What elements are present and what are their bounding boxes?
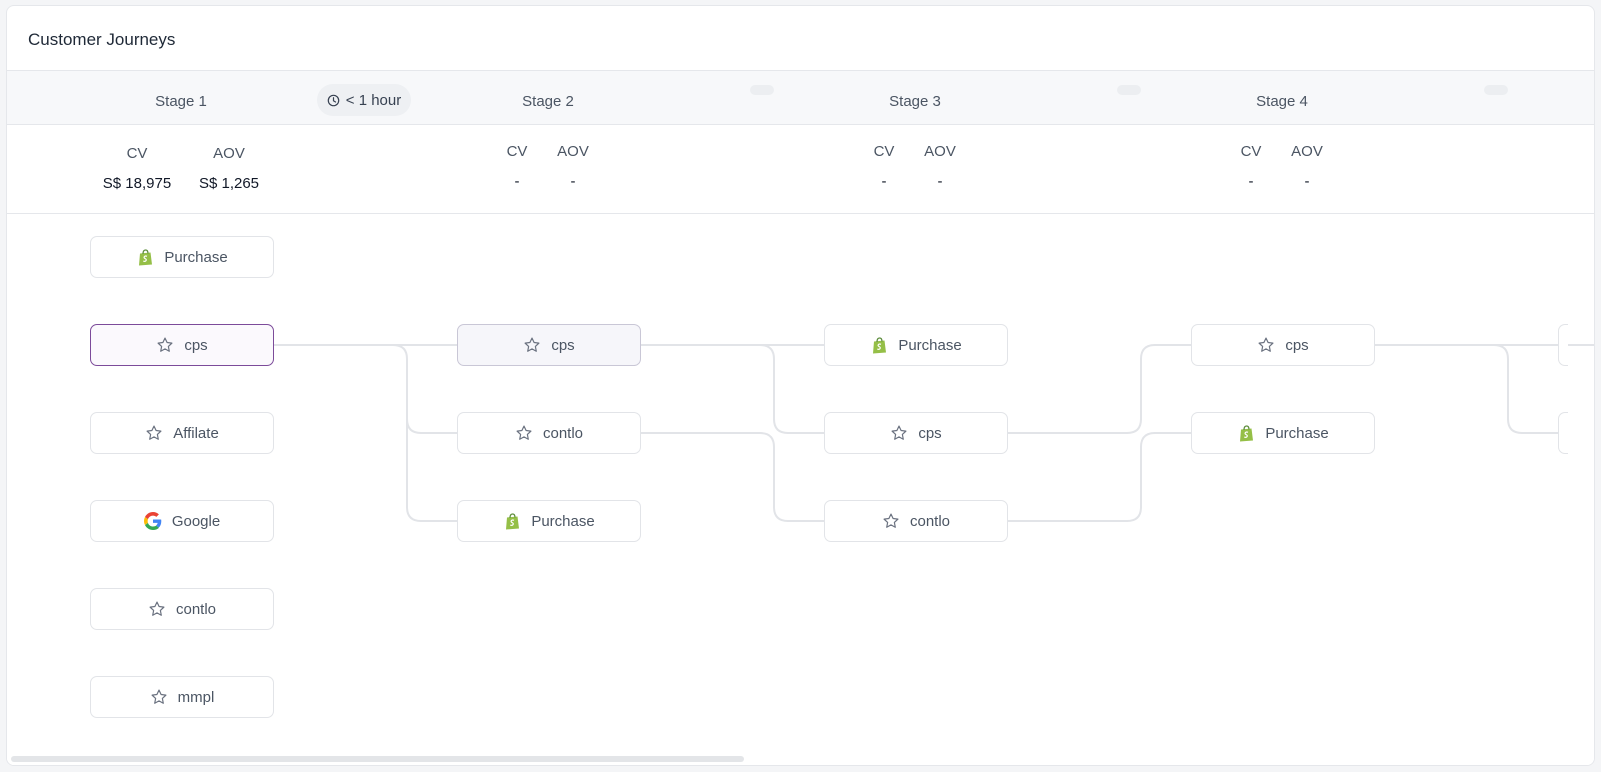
node-label: Purchase [898, 336, 962, 354]
stage-3-cv: CV - [874, 143, 895, 190]
shopify-icon [1237, 424, 1255, 442]
node-label: cps [918, 424, 942, 442]
stage-4-cv: CV - [1241, 143, 1262, 190]
journey-node-purchase[interactable]: Purchase [824, 324, 1008, 366]
cv-label: CV [126, 145, 148, 162]
node-label: cps [1285, 336, 1309, 354]
stage-2-label: Stage 2 [522, 93, 574, 110]
link [759, 344, 824, 434]
stage-gap-pill [1117, 85, 1141, 95]
cv-label: CV [873, 143, 895, 160]
aov-label: AOV [924, 143, 956, 160]
stage-header-bar: Stage 1 < 1 hour Stage 2 Stage 3 Stage 4 [7, 71, 1594, 125]
node-label: contlo [175, 600, 217, 618]
stage-4-label: Stage 4 [1256, 93, 1308, 110]
cv-value: - [881, 173, 887, 190]
node-label: cps [551, 336, 575, 354]
aov-value: S$ 1,265 [198, 175, 260, 192]
journey-node-google[interactable]: Google [90, 500, 274, 542]
cv-value: S$ 18,975 [102, 175, 172, 192]
stage-gap-pill [1484, 85, 1508, 95]
shopify-icon [503, 512, 521, 530]
link [1007, 432, 1191, 522]
link [406, 419, 457, 522]
cv-value: - [1248, 173, 1254, 190]
stage-metrics-row: CV S$ 18,975 AOV S$ 1,265 CV - AOV - CV … [7, 125, 1594, 214]
star-icon [1257, 336, 1275, 354]
card-title: Customer Journeys [28, 30, 176, 49]
time-between-stages-pill[interactable]: < 1 hour [317, 84, 411, 116]
star-icon [148, 600, 166, 618]
journey-node-purchase[interactable]: Purchase [457, 500, 641, 542]
horizontal-scrollbar[interactable] [7, 755, 1594, 765]
node-label: cps [184, 336, 208, 354]
stage-gap-pill [750, 85, 774, 95]
journey-node-clipped[interactable] [1558, 412, 1568, 454]
journey-node-purchase[interactable]: Purchase [90, 236, 274, 278]
journey-node-cps[interactable]: cps [457, 324, 641, 366]
link [640, 432, 824, 522]
node-label: mmpl [177, 688, 215, 706]
node-label: Purchase [531, 512, 595, 530]
customer-journeys-card: Customer Journeys Stage 1 < 1 hour Stage… [6, 5, 1595, 766]
time-pill-label: < 1 hour [345, 91, 402, 109]
node-label: Affilate [173, 424, 219, 442]
star-icon [515, 424, 533, 442]
cv-label: CV [506, 143, 528, 160]
stage-3-aov: AOV - [924, 143, 956, 190]
journey-node-cps[interactable]: cps [824, 412, 1008, 454]
aov-label: AOV [213, 145, 245, 162]
stage-1-label: Stage 1 [155, 93, 207, 110]
journey-node-contlo[interactable]: contlo [824, 500, 1008, 542]
cv-value: - [514, 173, 520, 190]
stage-3-label: Stage 3 [889, 93, 941, 110]
journey-node-clipped[interactable] [1558, 324, 1568, 366]
stage-1-cv: CV S$ 18,975 [103, 145, 171, 192]
aov-label: AOV [1291, 143, 1323, 160]
star-icon [523, 336, 541, 354]
stage-4-aov: AOV - [1291, 143, 1323, 190]
aov-label: AOV [557, 143, 589, 160]
link [392, 344, 457, 434]
aov-value: - [937, 173, 943, 190]
aov-value: - [1304, 173, 1310, 190]
node-label: Purchase [164, 248, 228, 266]
star-icon [156, 336, 174, 354]
node-label: contlo [542, 424, 584, 442]
journey-node-affilate[interactable]: Affilate [90, 412, 274, 454]
clock-icon [327, 94, 340, 106]
journey-node-cps[interactable]: cps [90, 324, 274, 366]
star-icon [882, 512, 900, 530]
google-icon [143, 512, 162, 530]
stage-1-aov: AOV S$ 1,265 [199, 145, 259, 192]
cv-label: CV [1240, 143, 1262, 160]
star-icon [145, 424, 163, 442]
journey-node-contlo[interactable]: contlo [90, 588, 274, 630]
shopify-icon [870, 336, 888, 354]
node-label: Google [171, 512, 221, 530]
star-icon [890, 424, 908, 442]
star-icon [150, 688, 168, 706]
journey-node-contlo[interactable]: contlo [457, 412, 641, 454]
journey-node-cps[interactable]: cps [1191, 324, 1375, 366]
link [1007, 344, 1191, 434]
scrollbar-thumb[interactable] [11, 756, 744, 762]
node-label: Purchase [1265, 424, 1329, 442]
aov-value: - [570, 173, 576, 190]
stage-2-cv: CV - [507, 143, 528, 190]
journey-node-purchase[interactable]: Purchase [1191, 412, 1375, 454]
shopify-icon [136, 248, 154, 266]
node-label: contlo [909, 512, 951, 530]
journey-flow-canvas: Purchase cps Affilate Google contlo mmpl… [7, 214, 1594, 765]
stage-2-aov: AOV - [557, 143, 589, 190]
link [1493, 344, 1558, 434]
journey-node-mmpl[interactable]: mmpl [90, 676, 274, 718]
